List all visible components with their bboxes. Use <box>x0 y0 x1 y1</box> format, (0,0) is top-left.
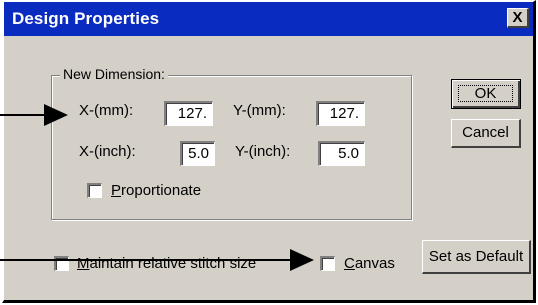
y-mm-input[interactable]: 127. <box>316 101 365 126</box>
new-dimension-label: New Dimension: <box>60 66 168 82</box>
canvas-label[interactable]: Canvas <box>344 255 395 272</box>
set-as-default-button[interactable]: Set as Default <box>422 240 531 274</box>
canvas-checkbox[interactable] <box>320 256 335 271</box>
x-inch-input[interactable]: 5.0 <box>180 141 215 166</box>
screenshot-stage: Design Properties X New Dimension: X-(mm… <box>0 0 538 305</box>
proportionate-label[interactable]: Proportionate <box>111 182 201 199</box>
y-inch-label: Y-(inch): <box>235 143 291 160</box>
maintain-stitch-size-checkbox[interactable] <box>54 256 69 271</box>
proportionate-checkbox[interactable] <box>87 183 102 198</box>
close-icon: X <box>512 9 523 26</box>
close-button[interactable]: X <box>507 8 529 28</box>
x-mm-input[interactable]: 127. <box>164 101 213 126</box>
ok-button[interactable]: OK <box>451 79 521 109</box>
x-inch-label: X-(inch): <box>79 143 136 160</box>
window-title: Design Properties <box>12 9 160 28</box>
cancel-button[interactable]: Cancel <box>451 119 521 148</box>
ok-button-label: OK <box>458 85 513 102</box>
x-mm-label: X-(mm): <box>79 102 134 119</box>
title-bar[interactable]: Design Properties X <box>4 2 533 36</box>
maintain-stitch-size-label[interactable]: Maintain relative stitch size <box>77 255 256 272</box>
y-inch-input[interactable]: 5.0 <box>318 141 365 166</box>
y-mm-label: Y-(mm): <box>233 102 286 119</box>
design-properties-dialog: Design Properties X New Dimension: X-(mm… <box>2 0 536 303</box>
